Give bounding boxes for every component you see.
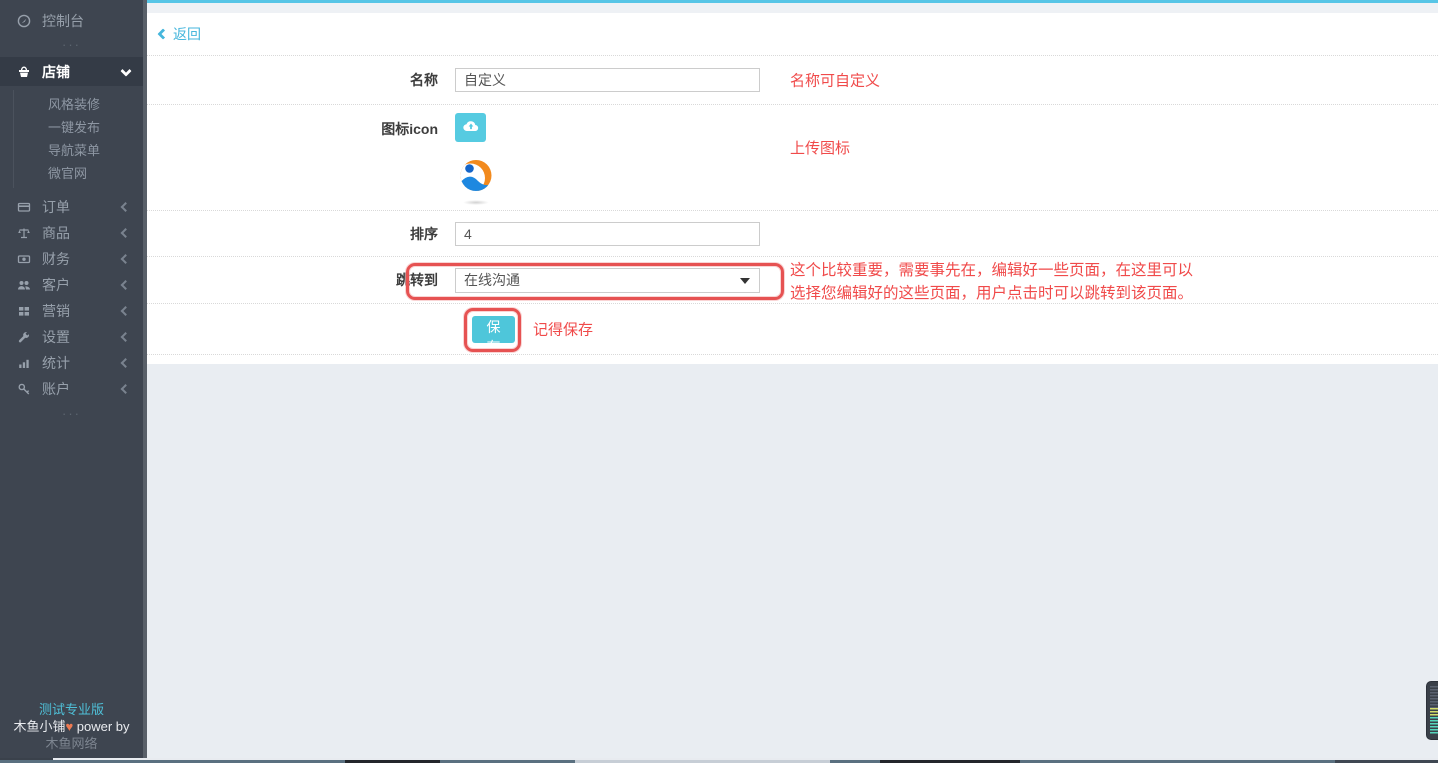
back-label: 返回 xyxy=(173,24,201,44)
heart-icon: ♥ xyxy=(65,719,73,734)
form-row-name: 名称 名称可自定义 xyxy=(147,56,1438,105)
sidebar-separator-dots: ··· xyxy=(0,33,143,57)
jump-annotation-line1: 这个比较重要，需要事先在，编辑好一些页面，在这里可以 xyxy=(790,259,1193,282)
brand-name: 木鱼小铺 xyxy=(13,719,65,734)
jump-annotation-line2: 选择您编辑好的这些页面，用户点击时可以跳转到该页面。 xyxy=(790,282,1193,305)
chevron-left-icon xyxy=(121,332,131,342)
form-row-jump: 跳转到 在线沟通 这个比较重要，需要事先在，编辑好一些页面，在这里可以 选择您编… xyxy=(147,257,1438,304)
save-annotation: 记得保存 xyxy=(533,319,593,340)
meter-yellow-band xyxy=(1430,708,1438,717)
jump-annotation: 这个比较重要，需要事先在，编辑好一些页面，在这里可以 选择您编辑好的这些页面，用… xyxy=(790,259,1193,305)
sidebar-item-marketing[interactable]: 营销 xyxy=(0,298,143,324)
main-content: 返回 名称 名称可自定义 图标icon xyxy=(147,0,1438,758)
sort-label: 排序 xyxy=(147,224,455,244)
power-by-label: power by xyxy=(73,719,129,734)
chevron-left-icon xyxy=(121,254,131,264)
sidebar-item-customers[interactable]: 客户 xyxy=(0,272,143,298)
jump-select[interactable]: 在线沟通 xyxy=(455,268,760,293)
basket-icon xyxy=(17,65,33,79)
name-label: 名称 xyxy=(147,70,455,90)
sidebar-item-products[interactable]: 商品 xyxy=(0,220,143,246)
icon-annotation: 上传图标 xyxy=(790,137,850,158)
sidebar-item-label: 营销 xyxy=(42,301,70,321)
current-icon-image xyxy=(458,158,494,205)
sidebar-item-finance[interactable]: 财务 xyxy=(0,246,143,272)
submenu-item-nav-menu[interactable]: 导航菜单 xyxy=(0,139,143,162)
submenu-item-one-key-publish[interactable]: 一键发布 xyxy=(0,116,143,139)
sidebar-item-label: 财务 xyxy=(42,249,70,269)
order-card-icon xyxy=(17,200,33,214)
compass-icon xyxy=(17,14,33,28)
marketing-blocks-icon xyxy=(17,304,33,318)
submenu-item-micro-site[interactable]: 微官网 xyxy=(0,162,143,185)
jump-label: 跳转到 xyxy=(147,270,455,290)
sidebar-item-label: 统计 xyxy=(42,353,70,373)
sort-input[interactable] xyxy=(455,222,760,246)
sidebar-item-orders[interactable]: 订单 xyxy=(0,194,143,220)
users-icon xyxy=(17,278,33,292)
name-input[interactable] xyxy=(455,68,760,92)
sidebar-item-console[interactable]: 控制台 xyxy=(0,9,143,33)
chevron-left-icon xyxy=(121,280,131,290)
level-meter-widget[interactable] xyxy=(1426,681,1438,740)
brand-line: 木鱼小铺♥ power by xyxy=(0,718,143,735)
icon-label: 图标icon xyxy=(147,105,455,139)
form-row-sort: 排序 xyxy=(147,211,1438,257)
upload-icon-button[interactable] xyxy=(455,113,486,142)
sidebar-item-statistics[interactable]: 统计 xyxy=(0,350,143,376)
sidebar-item-label: 设置 xyxy=(42,327,70,347)
icon-upload-area xyxy=(455,105,494,205)
sidebar-item-label: 订单 xyxy=(42,197,70,217)
sidebar-item-settings[interactable]: 设置 xyxy=(0,324,143,350)
banknote-icon xyxy=(17,252,33,266)
dropdown-arrow-icon xyxy=(740,278,750,284)
chevron-left-icon xyxy=(121,228,131,238)
sidebar-footer: 测试专业版 木鱼小铺♥ power by 木鱼网络 xyxy=(0,701,143,752)
jump-select-value: 在线沟通 xyxy=(464,270,520,290)
shop-submenu: 风格装修 一键发布 导航菜单 微官网 xyxy=(0,86,143,194)
wrench-icon xyxy=(17,330,33,344)
sidebar-item-label: 店铺 xyxy=(42,62,70,82)
sidebar: 控制台 ··· 店铺 风格装修 一键发布 导航菜单 微官网 订单 商品 财务 xyxy=(0,0,143,758)
form-row-save: 保 存 记得保存 xyxy=(147,304,1438,355)
sidebar-item-shop[interactable]: 店铺 xyxy=(0,57,143,86)
company-name: 木鱼网络 xyxy=(0,735,143,752)
save-button[interactable]: 保 存 xyxy=(472,316,515,343)
icon-shadow xyxy=(463,200,489,205)
form-row-icon: 图标icon xyxy=(147,105,1438,211)
meter-gray-band xyxy=(1430,686,1438,708)
back-row: 返回 xyxy=(147,13,1438,56)
chevron-down-icon xyxy=(120,65,131,76)
cloud-upload-icon xyxy=(462,119,480,136)
sidebar-item-label: 商品 xyxy=(42,223,70,243)
taskbar-edge xyxy=(0,758,1438,763)
submenu-item-style-decor[interactable]: 风格装修 xyxy=(0,93,143,116)
sidebar-item-label: 客户 xyxy=(42,275,70,295)
back-arrow-icon xyxy=(157,28,168,39)
bar-chart-icon xyxy=(17,356,33,370)
meter-teal-band xyxy=(1430,717,1438,735)
edition-label: 测试专业版 xyxy=(0,701,143,718)
sidebar-separator-dots: ··· xyxy=(0,402,143,426)
top-gap xyxy=(147,3,1438,13)
sidebar-item-label: 账户 xyxy=(42,379,70,399)
chevron-left-icon xyxy=(121,358,131,368)
chevron-left-icon xyxy=(121,306,131,316)
name-annotation: 名称可自定义 xyxy=(790,70,880,91)
chevron-left-icon xyxy=(121,384,131,394)
sidebar-item-label: 控制台 xyxy=(42,11,84,31)
scales-icon xyxy=(17,226,33,240)
sidebar-item-account[interactable]: 账户 xyxy=(0,376,143,402)
panel-bottom-padding xyxy=(147,355,1438,364)
chevron-left-icon xyxy=(121,202,131,212)
form-panel: 返回 名称 名称可自定义 图标icon xyxy=(147,13,1438,364)
back-link[interactable]: 返回 xyxy=(159,24,201,44)
key-icon xyxy=(17,382,33,396)
